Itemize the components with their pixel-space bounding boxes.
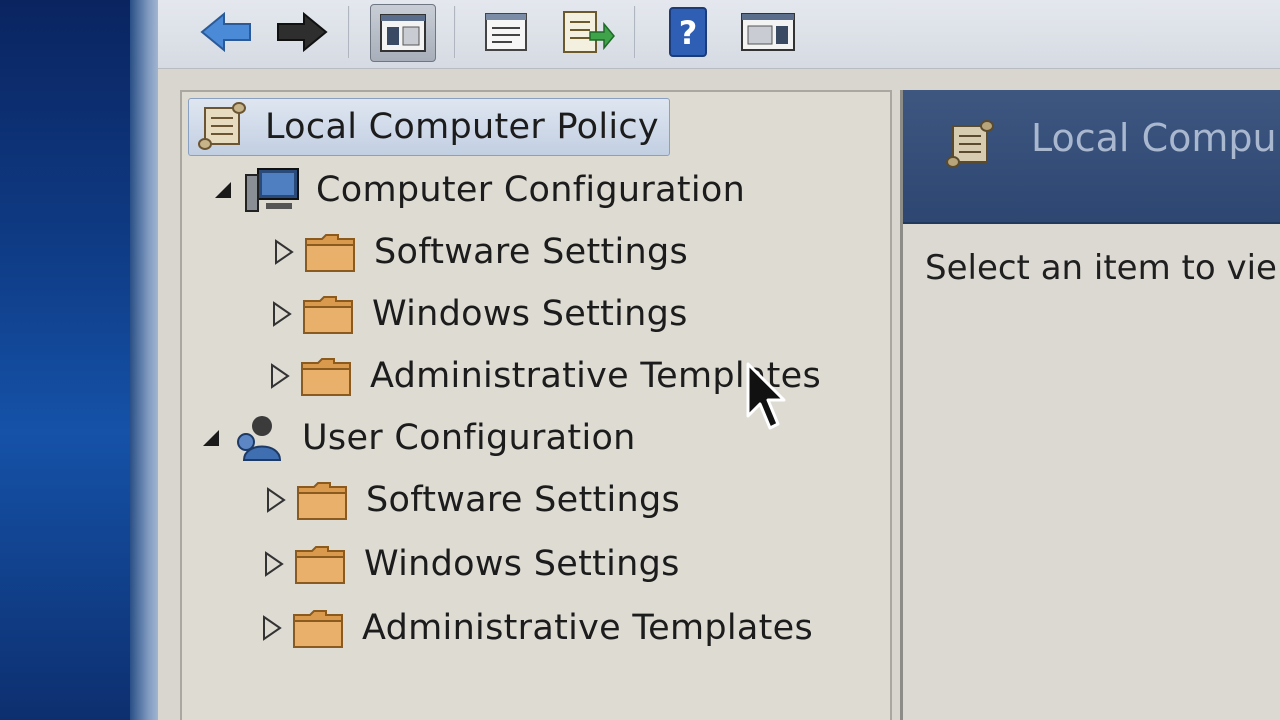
toolbar-separator [348,6,350,58]
tree-item-computer-administrative-templates[interactable]: Administrative Templates [266,350,821,402]
folder-icon [305,234,355,272]
back-button[interactable] [194,4,258,60]
expand-triangle-icon[interactable] [258,615,284,641]
help-button[interactable]: ? [656,4,720,60]
details-header: Local Compu [903,90,1280,224]
tree-item-computer-windows-settings[interactable]: Windows Settings [268,288,688,340]
expand-triangle-icon[interactable] [270,239,296,265]
details-header-title: Local Compu [1031,116,1277,160]
action-pane-icon [741,13,795,51]
user-icon [237,416,282,461]
folder-icon [295,546,345,584]
collapse-triangle-icon[interactable] [198,425,224,451]
show-hide-console-tree-button[interactable] [370,4,436,62]
tree-item-computer-configuration[interactable]: Computer Configuration [210,164,745,216]
expand-triangle-icon[interactable] [266,363,292,389]
properties-icon [485,13,527,51]
tree-item-computer-software-settings[interactable]: Software Settings [270,226,688,278]
expand-triangle-icon[interactable] [260,551,286,577]
tree-item-user-configuration[interactable]: User Configuration [198,412,636,464]
tree-item-label: Windows Settings [364,544,680,584]
group-policy-editor-window: ? Local Computer Policy Computer Configu… [158,0,1280,720]
collapse-triangle-icon[interactable] [210,177,236,203]
tree-item-label: Software Settings [366,480,681,520]
toolbar-separator [634,6,636,58]
console-tree-icon [380,14,426,52]
tree-item-label: Software Settings [374,232,689,272]
forward-arrow-icon [277,11,328,53]
details-hint-text: Select an item to vie [925,248,1277,288]
svg-text:?: ? [679,14,698,52]
expand-triangle-icon[interactable] [262,487,288,513]
tree-item-user-windows-settings[interactable]: Windows Settings [260,538,680,590]
tree-item-label: Administrative Templates [362,608,814,648]
toolbar-separator [454,6,456,58]
folder-icon [297,482,347,520]
properties-button[interactable] [474,4,538,60]
help-icon: ? [669,7,707,57]
back-arrow-icon [200,11,251,53]
tree-item-label: Windows Settings [372,294,688,334]
tree-item-user-software-settings[interactable]: Software Settings [262,474,680,526]
details-pane: Local Compu Select an item to vie [900,90,1280,720]
expand-triangle-icon[interactable] [268,301,294,327]
folder-icon [303,296,353,334]
mouse-cursor-icon [746,362,786,430]
show-hide-action-pane-button[interactable] [736,4,800,60]
tree-item-label: Local Computer Policy [265,107,659,147]
tree-item-user-administrative-templates[interactable]: Administrative Templates [258,602,813,654]
tree-item-label: User Configuration [302,418,636,458]
policy-scroll-icon [198,102,246,150]
tree-item-local-computer-policy[interactable]: Local Computer Policy [188,98,670,156]
export-list-icon [563,11,615,53]
folder-icon [293,610,343,648]
window-frame-edge [130,0,160,720]
forward-button[interactable] [270,4,334,60]
tree-item-label: Computer Configuration [316,170,746,210]
export-list-button[interactable] [556,4,620,60]
toolbar: ? [158,0,1280,69]
folder-icon [301,358,351,396]
policy-scroll-icon [946,120,994,168]
computer-icon [245,168,299,212]
